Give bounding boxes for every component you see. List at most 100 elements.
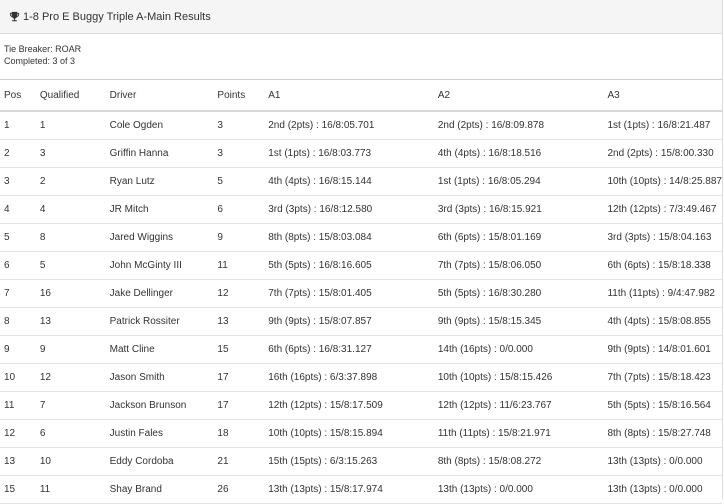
- a3-cell: 9th (9pts) : 14/8:01.601: [607, 335, 722, 364]
- driver-cell: Jason Smith: [109, 363, 218, 392]
- a3-cell: 6th (6pts) : 15/8:18.338: [607, 251, 722, 280]
- pos-cell: 11: [0, 391, 40, 420]
- table-row: 1 1 Cole Ogden 3 2nd (2pts) : 16/8:05.701 2nd…: [0, 111, 722, 140]
- pos-cell: 3: [0, 167, 40, 196]
- col-a3: A3: [607, 79, 722, 112]
- a3-cell: 11th (11pts) : 9/4:47.982: [607, 279, 722, 308]
- col-driver: Driver: [109, 79, 218, 112]
- a1-cell: 9th (9pts) : 15/8:07.857: [268, 307, 438, 336]
- qualified-cell: 16: [39, 279, 110, 308]
- a2-cell: 1st (1pts) : 16/8:05.294: [437, 167, 608, 196]
- pos-cell: 1: [0, 111, 40, 140]
- points-cell: 18: [217, 419, 269, 448]
- points-cell: 17: [217, 363, 269, 392]
- a2-cell: 4th (4pts) : 16/8:18.516: [437, 139, 608, 168]
- points-cell: 3: [217, 111, 269, 140]
- points-cell: 26: [217, 475, 269, 504]
- qualified-cell: 12: [39, 363, 110, 392]
- driver-cell: Jackson Brunson: [109, 391, 218, 420]
- table-row: 10 12 Jason Smith 17 16th (16pts) : 6/3:37.8…: [0, 363, 722, 392]
- a1-cell: 4th (4pts) : 16/8:15.144: [268, 167, 438, 196]
- pos-cell: 8: [0, 307, 40, 336]
- a2-cell: 11th (11pts) : 15/8:21.971: [437, 419, 608, 448]
- qualified-cell: 4: [39, 195, 110, 224]
- qualified-cell: 3: [39, 139, 110, 168]
- a2-cell: 14th (16pts) : 0/0.000: [437, 335, 608, 364]
- driver-cell: Patrick Rossiter: [109, 307, 218, 336]
- a1-cell: 7th (7pts) : 15/8:01.405: [268, 279, 438, 308]
- a3-cell: 12th (12pts) : 7/3:49.467: [607, 195, 722, 224]
- a1-cell: 1st (1pts) : 16/8:03.773: [268, 139, 438, 168]
- driver-cell: Jared Wiggins: [109, 223, 218, 252]
- table-row: 12 6 Justin Fales 18 10th (10pts) : 15/8:15.…: [0, 419, 722, 448]
- pos-cell: 5: [0, 223, 40, 252]
- a1-cell: 13th (13pts) : 15/8:17.974: [268, 475, 438, 504]
- a2-cell: 10th (10pts) : 15/8:15.426: [437, 363, 608, 392]
- pos-cell: 6: [0, 251, 40, 280]
- table-row: 8 13 Patrick Rossiter 13 9th (9pts) : 15/8:0…: [0, 307, 722, 336]
- driver-cell: John McGinty III: [109, 251, 218, 280]
- driver-cell: Jake Dellinger: [109, 279, 218, 308]
- pos-cell: 4: [0, 195, 40, 224]
- a1-cell: 15th (15pts) : 6/3:15.263: [268, 447, 438, 476]
- a3-cell: 7th (7pts) : 15/8:18.423: [607, 363, 722, 392]
- a1-cell: 10th (10pts) : 15/8:15.894: [268, 419, 438, 448]
- a2-cell: 13th (13pts) : 0/0.000: [437, 475, 608, 504]
- qualified-cell: 5: [39, 251, 110, 280]
- pos-cell: 15: [0, 475, 40, 504]
- table-row: 11 7 Jackson Brunson 17 12th (12pts) : 15/8:…: [0, 391, 722, 420]
- table-row: 2 3 Griffin Hanna 3 1st (1pts) : 16/8:03.773…: [0, 139, 722, 168]
- points-cell: 13: [217, 307, 269, 336]
- qualified-cell: 10: [39, 447, 110, 476]
- qualified-cell: 11: [39, 475, 110, 504]
- points-cell: 6: [217, 195, 269, 224]
- points-cell: 3: [217, 139, 269, 168]
- a1-cell: 16th (16pts) : 6/3:37.898: [268, 363, 438, 392]
- pos-cell: 7: [0, 279, 40, 308]
- a2-cell: 7th (7pts) : 15/8:06.050: [437, 251, 608, 280]
- table-row: 13 10 Eddy Cordoba 21 15th (15pts) : 6/3:15.…: [0, 447, 722, 476]
- driver-cell: Eddy Cordoba: [109, 447, 218, 476]
- a2-cell: 9th (9pts) : 15/8:15.345: [437, 307, 608, 336]
- points-cell: 5: [217, 167, 269, 196]
- a2-cell: 5th (5pts) : 16/8:30.280: [437, 279, 608, 308]
- driver-cell: Cole Ogden: [109, 111, 218, 140]
- trophy-icon: [9, 11, 20, 22]
- table-row: 5 8 Jared Wiggins 9 8th (8pts) : 15/8:03.084…: [0, 223, 722, 252]
- tie-breaker: Tie Breaker: ROAR: [4, 44, 82, 54]
- pos-cell: 13: [0, 447, 40, 476]
- table-row: 4 4 JR Mitch 6 3rd (3pts) : 16/8:12.580 3rd (…: [0, 195, 722, 224]
- driver-cell: JR Mitch: [109, 195, 218, 224]
- a1-cell: 8th (8pts) : 15/8:03.084: [268, 223, 438, 252]
- a3-cell: 4th (4pts) : 15/8:08.855: [607, 307, 722, 336]
- a2-cell: 8th (8pts) : 15/8:08.272: [437, 447, 608, 476]
- driver-cell: Griffin Hanna: [109, 139, 218, 168]
- a3-cell: 2nd (2pts) : 15/8:00.330: [607, 139, 722, 168]
- a1-cell: 6th (6pts) : 16/8:31.127: [268, 335, 438, 364]
- a3-cell: 13th (13pts) : 0/0.000: [607, 447, 722, 476]
- points-cell: 11: [217, 251, 269, 280]
- qualified-cell: 9: [39, 335, 110, 364]
- table-row: 6 5 John McGinty III 11 5th (5pts) : 16/8:16…: [0, 251, 722, 280]
- col-a2: A2: [437, 79, 608, 112]
- qualified-cell: 2: [39, 167, 110, 196]
- a3-cell: 5th (5pts) : 15/8:16.564: [607, 391, 722, 420]
- points-cell: 21: [217, 447, 269, 476]
- col-points: Points: [217, 79, 269, 112]
- a1-cell: 5th (5pts) : 16/8:16.605: [268, 251, 438, 280]
- qualified-cell: 8: [39, 223, 110, 252]
- col-a1: A1: [268, 79, 438, 112]
- driver-cell: Justin Fales: [109, 419, 218, 448]
- col-qualified: Qualified: [39, 79, 110, 112]
- a3-cell: 3rd (3pts) : 15/8:04.163: [607, 223, 722, 252]
- pos-cell: 2: [0, 139, 40, 168]
- a3-cell: 8th (8pts) : 15/8:27.748: [607, 419, 722, 448]
- qualified-cell: 7: [39, 391, 110, 420]
- completed-status: Completed: 3 of 3: [4, 56, 76, 66]
- driver-cell: Ryan Lutz: [109, 167, 218, 196]
- driver-cell: Shay Brand: [109, 475, 218, 504]
- qualified-cell: 1: [39, 111, 110, 140]
- table-row: 7 16 Jake Dellinger 12 7th (7pts) : 15/8:01.…: [0, 279, 722, 308]
- qualified-cell: 6: [39, 419, 110, 448]
- a2-cell: 3rd (3pts) : 16/8:15.921: [437, 195, 608, 224]
